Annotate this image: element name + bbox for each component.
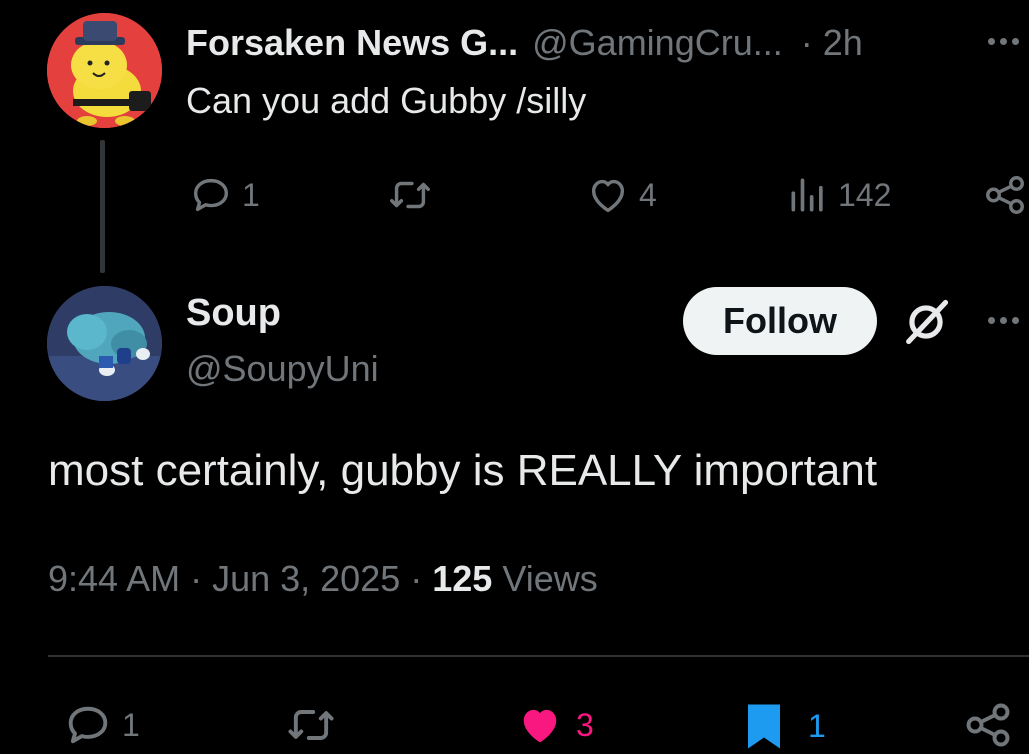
parent-time-separator: · bbox=[800, 22, 813, 63]
reply-like-count: 3 bbox=[576, 706, 594, 743]
reply-like-button[interactable]: 3 bbox=[512, 699, 594, 751]
grok-icon[interactable] bbox=[900, 296, 952, 348]
bookmark-icon bbox=[748, 704, 780, 749]
follow-button[interactable]: Follow bbox=[683, 287, 877, 355]
share-icon bbox=[986, 176, 1024, 214]
reply-more-icon[interactable] bbox=[988, 317, 1019, 324]
reply-date[interactable]: Jun 3, 2025 bbox=[212, 558, 400, 600]
parent-avatar-image bbox=[47, 13, 162, 128]
reply-bookmark-button[interactable]: 1 bbox=[740, 699, 826, 754]
reply-reply-count: 1 bbox=[122, 706, 140, 743]
parent-timestamp[interactable]: 2h bbox=[823, 22, 863, 64]
parent-more-icon[interactable] bbox=[988, 38, 1019, 45]
reply-meta-line: 9:44 AM · Jun 3, 2025 · 125 Views bbox=[48, 558, 598, 600]
parent-like-count: 4 bbox=[639, 176, 657, 213]
parent-views-button[interactable]: 142 bbox=[786, 172, 891, 218]
reply-display-name[interactable]: Soup bbox=[186, 292, 281, 335]
reply-time[interactable]: 9:44 AM bbox=[48, 558, 180, 600]
reply-icon bbox=[68, 706, 108, 744]
parent-display-name[interactable]: Forsaken News G... bbox=[186, 22, 518, 64]
share-icon bbox=[966, 703, 1010, 747]
like-icon bbox=[523, 709, 557, 743]
meta-separator-1: · bbox=[190, 558, 203, 599]
retweet-icon bbox=[288, 710, 334, 740]
parent-share-button[interactable] bbox=[982, 172, 1028, 218]
views-icon bbox=[791, 178, 823, 212]
action-bar-divider bbox=[48, 655, 1029, 657]
meta-separator-2: · bbox=[410, 558, 423, 599]
reply-avatar-image bbox=[47, 286, 162, 401]
reply-reply-button[interactable]: 1 bbox=[62, 699, 140, 751]
reply-views-count[interactable]: 125 bbox=[432, 558, 492, 600]
parent-handle[interactable]: @GamingCru... bbox=[532, 22, 783, 64]
reply-retweet-button[interactable] bbox=[284, 699, 338, 751]
like-icon bbox=[591, 179, 625, 213]
parent-avatar[interactable] bbox=[47, 13, 162, 128]
reply-bookmark-count: 1 bbox=[808, 708, 826, 744]
parent-like-button[interactable]: 4 bbox=[585, 172, 657, 218]
parent-reply-button[interactable]: 1 bbox=[188, 172, 260, 218]
reply-share-button[interactable] bbox=[962, 699, 1014, 751]
parent-tweet-text: Can you add Gubby /silly bbox=[186, 80, 587, 121]
retweet-icon bbox=[390, 181, 430, 209]
reply-icon bbox=[193, 178, 229, 212]
reply-avatar[interactable] bbox=[47, 286, 162, 401]
parent-reply-count: 1 bbox=[242, 176, 260, 213]
parent-tweet-header: Forsaken News G... @GamingCru... · 2h bbox=[186, 18, 863, 68]
thread-connector-line bbox=[100, 140, 105, 273]
parent-retweet-button[interactable] bbox=[386, 172, 434, 218]
reply-handle[interactable]: @SoupyUni bbox=[186, 348, 379, 390]
reply-views-label[interactable]: Views bbox=[502, 558, 597, 600]
reply-tweet-text: most certainly, gubby is REALLY importan… bbox=[48, 446, 878, 495]
parent-views-count: 142 bbox=[838, 176, 892, 213]
